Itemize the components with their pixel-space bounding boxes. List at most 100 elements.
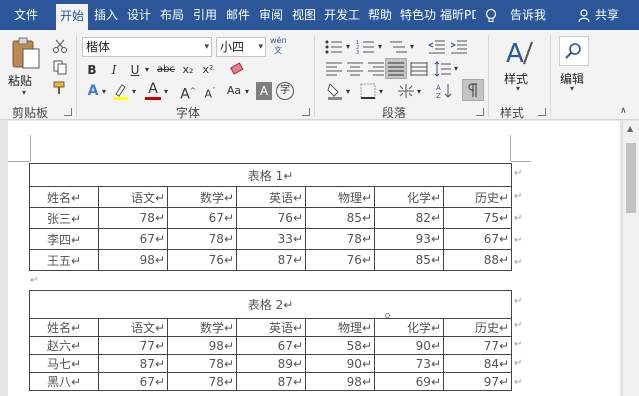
vertical-scrollbar[interactable]: ▲ [622,121,639,396]
table-cell[interactable]: 90↵ [305,354,375,373]
table-move-handle-icon[interactable] [385,313,390,318]
table-cell[interactable]: 85↵ [305,207,375,229]
chinese-layout-icon[interactable] [397,83,415,99]
table-cell[interactable]: 98↵ [305,372,375,391]
table-cell[interactable]: 78↵ [305,228,375,250]
chevron-down-icon[interactable]: ▾ [415,83,423,101]
table-cell[interactable]: 75↵ [442,207,513,229]
tab-file[interactable]: 文件 [4,0,48,30]
align-center-icon[interactable] [346,61,364,77]
tab-references[interactable]: 引用 [189,0,221,30]
table-cell[interactable]: 93↵ [374,228,444,250]
tab-mailings[interactable]: 邮件 [222,0,254,30]
header-cell[interactable]: 物理↵ [305,186,375,208]
table-cell[interactable]: 张三↵ [29,207,99,229]
table-cell[interactable]: 76↵ [167,249,237,271]
font-name-combo[interactable]: 楷体 ▾ [82,37,212,57]
table-cell[interactable]: 87↵ [236,372,306,391]
bullets-icon[interactable] [324,39,344,55]
table-cell[interactable]: 98↵ [98,249,168,271]
table-cell[interactable]: 84↵ [442,354,513,373]
table-cell[interactable]: 黑八↵ [29,372,99,391]
justify-button[interactable] [385,58,407,79]
paste-button[interactable]: 粘贴 ▾ [6,34,46,97]
distributed-icon[interactable] [410,61,428,77]
font-color-button[interactable]: A [145,80,161,100]
header-cell[interactable]: 姓名↵ [29,318,99,337]
scroll-thumb[interactable] [626,143,636,213]
superscript-button[interactable]: x² [200,61,216,79]
align-right-icon[interactable] [367,61,385,77]
clear-formatting-icon[interactable] [229,61,245,77]
table-cell[interactable]: 69↵ [374,372,444,391]
chevron-down-icon[interactable]: ▾ [377,83,385,101]
header-cell[interactable]: 姓名↵ [29,186,99,208]
paragraph-launcher-icon[interactable] [476,108,484,116]
phonetic-guide-icon[interactable]: wén 文 [270,36,287,58]
table-cell[interactable]: 82↵ [374,207,444,229]
tab-home[interactable]: 开始 [56,4,88,30]
table-cell[interactable]: 76↵ [236,207,306,229]
chevron-down-icon[interactable]: ▾ [162,83,170,101]
align-left-icon[interactable] [325,61,343,77]
shading-icon[interactable] [326,82,344,100]
chevron-down-icon[interactable]: ▾ [243,83,251,101]
cut-icon[interactable] [52,38,68,54]
chevron-down-icon[interactable]: ▾ [100,83,108,101]
table-cell[interactable]: 90↵ [374,336,444,355]
tab-layout[interactable]: 布局 [156,0,188,30]
tab-insert[interactable]: 插入 [90,0,122,30]
chevron-down-icon[interactable]: ▾ [408,38,416,56]
table-cell[interactable]: 58↵ [305,336,375,355]
strikethrough-button[interactable]: abc [155,61,177,79]
header-cell[interactable]: 数学↵ [167,186,237,208]
table-cell[interactable]: 67↵ [442,228,513,250]
table-cell[interactable]: 33↵ [236,228,306,250]
italic-button[interactable]: I [106,61,122,79]
table-cell[interactable]: 73↵ [374,354,444,373]
score-table-1[interactable]: 表格 1↵ 姓名↵ 语文↵ 数学↵ 英语↵ 物理↵ 化学↵ 历史↵ 张三↵ 78… [28,163,513,271]
table-title[interactable]: 表格 2↵ [28,290,513,319]
header-cell[interactable]: 数学↵ [167,318,237,337]
chevron-down-icon[interactable]: ▾ [344,38,352,56]
subscript-button[interactable]: x₂ [180,61,196,79]
chevron-down-icon[interactable]: ▾ [143,61,151,79]
character-shading-button[interactable]: A [256,82,272,100]
empty-paragraph-mark[interactable]: ↵ [30,275,38,286]
multilevel-list-icon[interactable] [388,39,408,55]
shrink-font-button[interactable]: Aˇ [200,82,220,101]
table-cell[interactable]: 78↵ [167,354,237,373]
table-cell[interactable]: 王五↵ [29,249,99,271]
table-cell[interactable]: 67↵ [98,228,168,250]
header-cell[interactable]: 历史↵ [442,318,513,337]
header-cell[interactable]: 英语↵ [236,318,306,337]
tab-review[interactable]: 审阅 [255,0,287,30]
header-cell[interactable]: 物理↵ [305,318,375,337]
scroll-up-arrow-icon[interactable]: ▲ [627,124,633,133]
table-cell[interactable]: 赵六↵ [29,336,99,355]
table-cell[interactable]: 85↵ [374,249,444,271]
tab-foxit-pdf[interactable]: 福昕PD [440,0,476,30]
line-spacing-icon[interactable] [434,61,452,77]
chevron-down-icon[interactable]: ▾ [376,38,384,56]
decrease-indent-icon[interactable] [428,39,446,55]
document-page[interactable]: 表格 1↵ 姓名↵ 语文↵ 数学↵ 英语↵ 物理↵ 化学↵ 历史↵ 张三↵ 78… [8,121,620,396]
chevron-down-icon[interactable]: ▾ [452,60,460,78]
font-launcher-icon[interactable] [302,108,310,116]
tab-view[interactable]: 视图 [288,0,320,30]
header-cell[interactable]: 化学↵ [374,186,444,208]
header-cell[interactable]: 英语↵ [236,186,306,208]
table-cell[interactable]: 87↵ [236,249,306,271]
styles-launcher-icon[interactable] [538,108,546,116]
tab-design[interactable]: 设计 [123,0,155,30]
chevron-down-icon[interactable]: ▾ [130,83,138,101]
table-cell[interactable]: 89↵ [236,354,306,373]
highlight-color-icon[interactable] [112,82,130,100]
tab-special[interactable]: 特色功 [397,0,439,30]
collapse-ribbon-icon[interactable]: ∧ [620,106,627,116]
table-cell[interactable]: 77↵ [98,336,168,355]
chevron-down-icon[interactable]: ▾ [344,83,352,101]
share-button[interactable]: 共享 [578,0,619,30]
header-cell[interactable]: 语文↵ [98,186,168,208]
table-cell[interactable]: 98↵ [167,336,237,355]
